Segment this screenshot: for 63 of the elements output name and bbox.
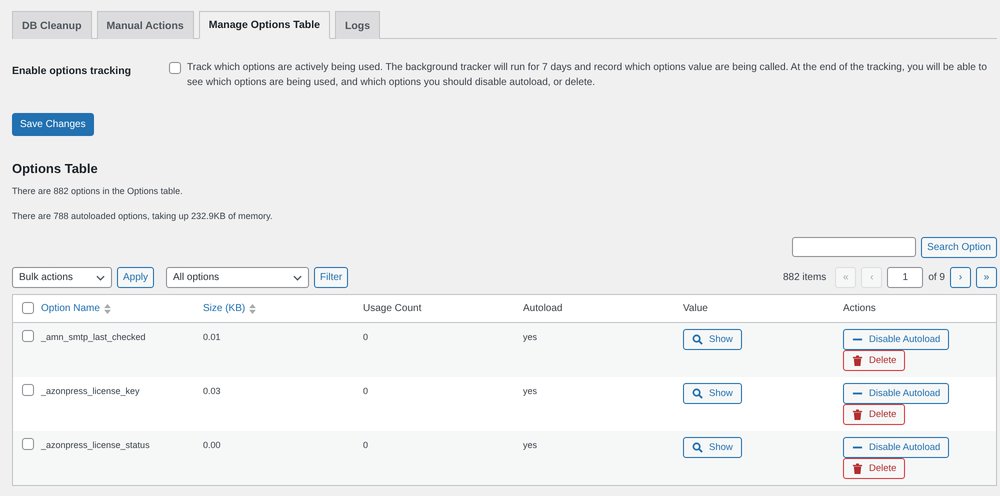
table-cell: _azonpress_license_key [41,386,140,396]
search-icon [692,442,703,453]
column-header: Usage Count [363,303,422,314]
save-button[interactable]: Save Changes [12,113,94,136]
checkbox[interactable] [22,302,34,314]
chevron-icon [96,274,105,280]
setting-description: Track which options are actively being used. The background tracker will run for 7 days and record which options value are being called. At the end of the tracking, you will be able to see which options are being used, and which options you should disable autoload, or delete. [187,61,988,90]
delete-button[interactable]: Delete [843,458,906,479]
sort-icon [104,304,111,314]
table-cell: 0.03 [203,386,221,396]
checkbox[interactable] [169,62,181,74]
checkbox[interactable] [22,384,34,396]
table-cell: 0 [363,332,368,342]
search-button[interactable]: Search Option [921,237,997,258]
delete-button[interactable]: Delete [843,350,906,371]
column-header: Actions [843,303,876,314]
table-cell: yes [523,332,538,342]
section-title: Options Table [12,161,99,176]
checkbox[interactable] [22,330,34,342]
info-text: There are 882 options in the Options table. [12,186,184,196]
page-button[interactable]: » [976,267,997,288]
column-header: Autoload [523,303,562,314]
page-button[interactable]: › [950,267,971,288]
setting-label: Enable options tracking [12,64,132,79]
checkbox[interactable] [22,438,34,450]
info-text: There are 788 autoloaded options, taking up 232.9KB of memory. [12,211,274,221]
sort-link[interactable]: Size (KB) [203,303,246,314]
table-cell: yes [523,386,538,396]
filter-button[interactable]: Filter [314,267,348,288]
tab[interactable]: Manage Options Table [198,11,330,39]
tab[interactable]: DB Cleanup [12,11,92,39]
sort-link[interactable]: Option Name [41,303,100,314]
table-cell: 0 [363,440,368,450]
filter-select[interactable]: All options [166,267,310,288]
page-total: of 9 [928,272,945,283]
search-icon [692,388,703,399]
table-cell: 0.00 [203,440,221,450]
search-icon [692,334,703,345]
trash-icon [852,355,863,366]
item-count: 882 items [782,272,826,283]
search-field[interactable] [792,237,916,257]
tab[interactable]: Manual Actions [96,11,194,39]
sort-icon [249,304,256,314]
show-button[interactable]: Show [683,383,742,404]
disable-autoload-button[interactable]: Disable Autoload [843,437,950,458]
trash-icon [852,463,863,474]
show-button[interactable]: Show [683,437,742,458]
column-header: Value [683,303,708,314]
table-cell: _amn_smtp_last_checked [41,332,146,342]
table-cell: _azonpress_license_status [41,440,150,450]
tab[interactable]: Logs [334,11,380,39]
bulk-actions-select[interactable]: Bulk actions [12,267,112,288]
chevron-icon [293,274,302,280]
table-cell: 0 [363,386,368,396]
table-cell: 0.01 [203,332,221,342]
show-button[interactable]: Show [683,329,742,350]
page-field[interactable]: 1 [887,267,924,288]
apply-button[interactable]: Apply [117,267,154,288]
table-cell: yes [523,440,538,450]
trash-icon [852,409,863,420]
disable-autoload-button[interactable]: Disable Autoload [843,329,950,350]
disable-autoload-button[interactable]: Disable Autoload [843,383,950,404]
delete-button[interactable]: Delete [843,404,906,425]
